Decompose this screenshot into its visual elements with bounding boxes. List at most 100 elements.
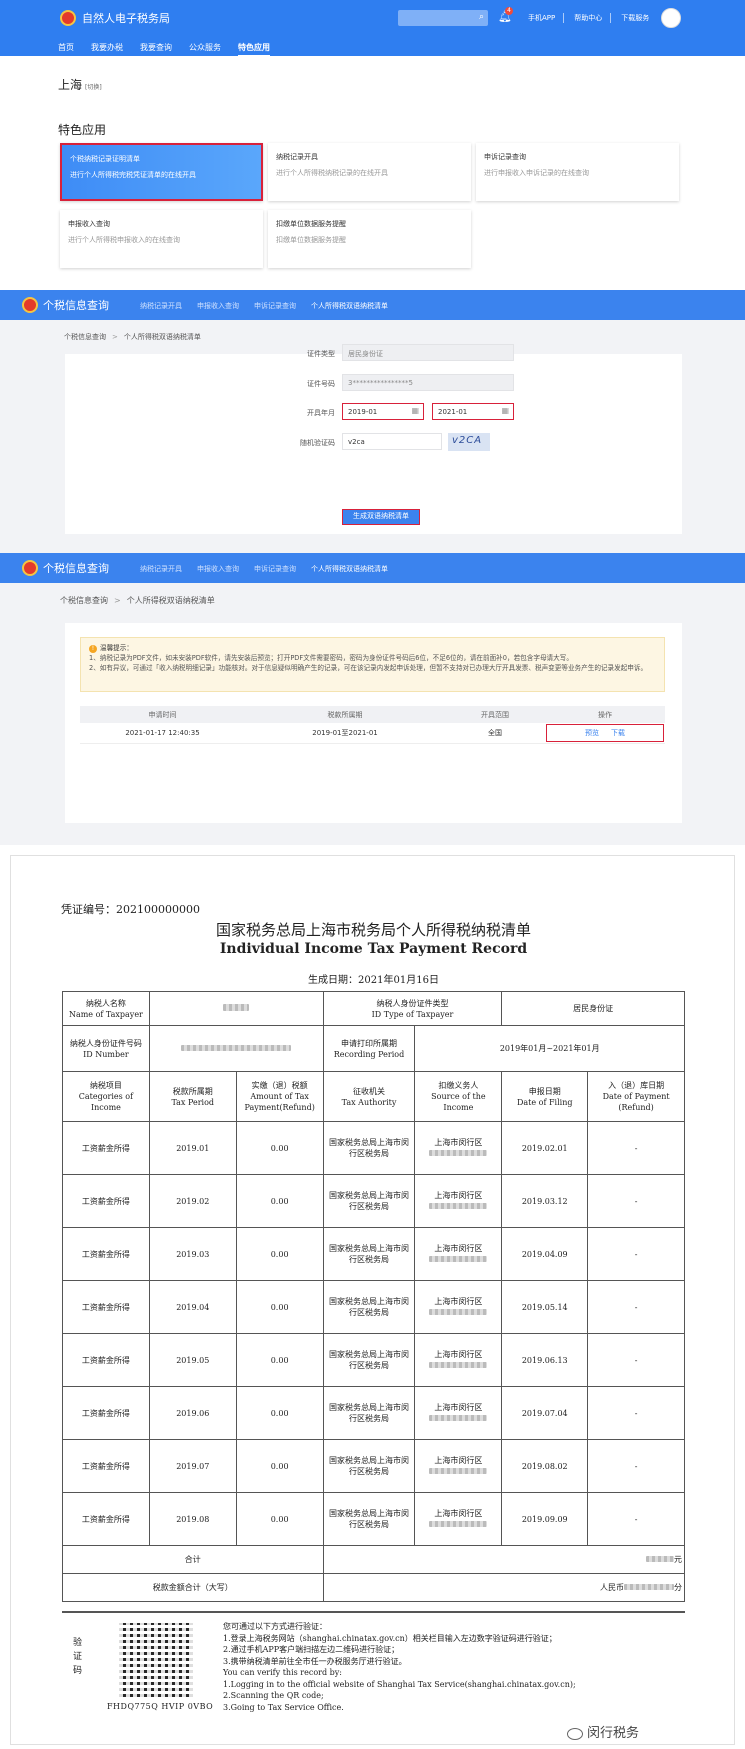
site-logo[interactable]: 自然人电子税务局 <box>60 10 170 26</box>
watermark: 闵行税务 <box>567 1722 639 1741</box>
city-name: 上海 <box>58 78 83 92</box>
col-tax-period: 税款所属期 Tax Period <box>148 1071 237 1122</box>
total-cn-value: 人民币 分 <box>322 1573 686 1602</box>
app-logo[interactable]: 个税信息查询 <box>22 297 109 313</box>
nav-appeal-query[interactable]: 申诉记录查询 <box>254 301 296 311</box>
calendar-icon[interactable]: ▦ <box>501 406 509 415</box>
idtype-header-en: ID Type of Taxpayer <box>371 1009 454 1019</box>
cell-amount: 0.00 <box>235 1174 324 1228</box>
total-cn-label: 税款金额合计（大写） <box>62 1573 324 1602</box>
captcha-input[interactable]: v2ca <box>342 433 442 450</box>
tip-1: 1、纳税记录为PDF文件，如未安装PDF软件，请先安装后预览；打开PDF文件需要… <box>89 654 573 662</box>
cell-filing-date: 2019.02.01 <box>501 1121 589 1175</box>
cell-category: 工资薪金所得 <box>62 1333 150 1387</box>
col-category-cn: 纳税项目 <box>89 1081 122 1090</box>
total-value: 元 <box>322 1545 686 1574</box>
start-month-picker[interactable]: 2019-01 ▦ <box>342 403 424 420</box>
wechat-icon <box>567 1727 583 1740</box>
calendar-icon[interactable]: ▦ <box>411 406 419 415</box>
download-link[interactable]: 下载 <box>611 729 625 737</box>
cell-payment-date: - <box>587 1492 685 1546</box>
table-row: 工资薪金所得 2019.01 0.00 国家税务总局上海市闵行区税务局 上海市闵行区 20… <box>62 1121 685 1175</box>
card-withholder-reminder[interactable]: 扣缴单位数据服务提醒 扣缴单位数据服务提醒 <box>268 210 471 268</box>
preview-link[interactable]: 预览 <box>585 729 599 737</box>
cell-tax-period-text: 2019.01 <box>176 1143 210 1153</box>
breadcrumb-root[interactable]: 个税信息查询 <box>60 596 108 605</box>
end-month-picker[interactable]: 2021-01 ▦ <box>432 403 514 420</box>
app-logo[interactable]: 个税信息查询 <box>22 560 109 576</box>
breadcrumb-root[interactable]: 个税信息查询 <box>64 333 106 341</box>
card-income-query[interactable]: 申报收入查询 进行个人所得税申报收入的在线查询 <box>60 210 263 268</box>
bell-icon[interactable]: 🔔︎ 4 <box>498 7 513 23</box>
card-tax-record[interactable]: 纳税记录开具 进行个人所得税纳税记录的在线开具 <box>268 143 471 201</box>
cell-tax-period-text: 2019.03 <box>176 1249 210 1259</box>
portal-panel: 自然人电子税务局 ⌕ 🔔︎ 4 手机APP 帮助中心 下载服务 首页 我要办税 我… <box>0 0 745 282</box>
idnum-header-en: ID Number <box>83 1049 129 1059</box>
link-help-center[interactable]: 帮助中心 <box>574 13 612 23</box>
cell-source: 上海市闵行区 <box>414 1492 503 1546</box>
breadcrumb: 个税信息查询 > 个人所得税双语纳税清单 <box>60 596 215 605</box>
nav-bilingual-list[interactable]: 个人所得税双语纳税清单 <box>311 564 388 574</box>
verify-line: 2.通过手机APP客户端扫描左边二维码进行验证； <box>223 1645 400 1654</box>
nav-tax-record[interactable]: 纳税记录开具 <box>140 564 182 574</box>
cell-source-text: 上海市闵行区 <box>434 1350 483 1359</box>
cell-source-text: 上海市闵行区 <box>434 1403 483 1412</box>
breadcrumb: 个税信息查询 > 个人所得税双语纳税清单 <box>64 333 201 341</box>
city-switch-link[interactable]: [切换] <box>85 84 102 91</box>
redacted-withholder <box>429 1415 488 1421</box>
verify-line: 1.Logging in to the official website of … <box>223 1679 576 1689</box>
cell-category-text: 工资薪金所得 <box>81 1408 130 1418</box>
cell-source: 上海市闵行区 <box>414 1121 503 1175</box>
captcha-image[interactable]: v2CA <box>448 433 490 451</box>
nav-query[interactable]: 我要查询 <box>140 42 172 57</box>
portal-header: 自然人电子税务局 ⌕ 🔔︎ 4 手机APP 帮助中心 下载服务 首页 我要办税 我… <box>0 0 745 57</box>
cell-category-text: 工资薪金所得 <box>81 1196 130 1206</box>
cell-category: 工资薪金所得 <box>62 1439 150 1493</box>
link-mobile-app[interactable]: 手机APP <box>528 13 565 23</box>
id-type-field: 居民身份证 <box>342 344 514 361</box>
cell-category: 工资薪金所得 <box>62 1492 150 1546</box>
cell-authority: 国家税务总局上海市闵行区税务局 <box>322 1333 416 1387</box>
card-title: 扣缴单位数据服务提醒 <box>276 220 346 228</box>
nav-do-tax[interactable]: 我要办税 <box>91 42 123 57</box>
verify-line: 1.登录上海税务网站（shanghai.chinatax.gov.cn）相关栏目… <box>223 1633 557 1643</box>
cell-payment-date: - <box>587 1280 685 1334</box>
nav-income-query[interactable]: 申报收入查询 <box>197 301 239 311</box>
table-row: 工资薪金所得 2019.05 0.00 国家税务总局上海市闵行区税务局 上海市闵行区 20… <box>62 1333 685 1387</box>
card-bilingual-tax-list[interactable]: 个税纳税记录证明清单 进行个人所得税完税凭证清单的在线开具 <box>60 143 263 201</box>
avatar[interactable] <box>661 8 681 28</box>
col-amount-cn: 实缴（退）税额 <box>251 1081 308 1090</box>
breadcrumb-current: 个人所得税双语纳税清单 <box>126 596 215 605</box>
cell-tax-period: 2019.03 <box>148 1227 237 1281</box>
nav-featured-apps[interactable]: 特色应用 <box>238 42 270 57</box>
redacted-withholder <box>429 1256 488 1262</box>
cell-filing-date: 2019.07.04 <box>501 1386 589 1440</box>
search-icon[interactable]: ⌕ <box>479 12 484 22</box>
cell-source: 上海市闵行区 <box>414 1333 503 1387</box>
nav-appeal-query[interactable]: 申诉记录查询 <box>254 564 296 574</box>
cell-filing-date: 2019.05.14 <box>501 1280 589 1334</box>
city-selector: 上海 [切换] <box>58 76 102 93</box>
cell-amount-text: 0.00 <box>270 1196 289 1206</box>
search-input[interactable]: ⌕ <box>398 10 488 26</box>
cell-authority-text: 国家税务总局上海市闵行区税务局 <box>329 1138 410 1158</box>
nav-home[interactable]: 首页 <box>58 42 74 57</box>
nav-tax-record[interactable]: 纳税记录开具 <box>140 301 182 311</box>
cell-authority-text: 国家税务总局上海市闵行区税务局 <box>329 1509 410 1529</box>
link-download[interactable]: 下载服务 <box>621 13 657 23</box>
generate-list-button[interactable]: 生成双语纳税清单 <box>342 509 420 525</box>
name-header-en: Name of Taxpayer <box>68 1009 143 1019</box>
card-desc: 扣缴单位数据服务提醒 <box>276 236 346 244</box>
nav-public-service[interactable]: 公众服务 <box>189 42 221 57</box>
idtype-value: 居民身份证 <box>501 991 685 1026</box>
cell-tax-period-text: 2019.06 <box>176 1408 210 1418</box>
cell-filing-date-text: 2019.04.09 <box>521 1249 568 1259</box>
id-number <box>148 1025 324 1072</box>
cell-tax-period-text: 2019.02 <box>176 1196 210 1206</box>
nav-income-query[interactable]: 申报收入查询 <box>197 564 239 574</box>
card-appeal-query[interactable]: 申诉记录查询 进行申报收入申诉记录的在线查询 <box>476 143 679 201</box>
nav-bilingual-list[interactable]: 个人所得税双语纳税清单 <box>311 301 388 311</box>
qr-code-image <box>119 1623 193 1697</box>
idtype-header-cn: 纳税人身份证件类型 <box>376 998 449 1008</box>
cell-amount-text: 0.00 <box>270 1249 289 1259</box>
